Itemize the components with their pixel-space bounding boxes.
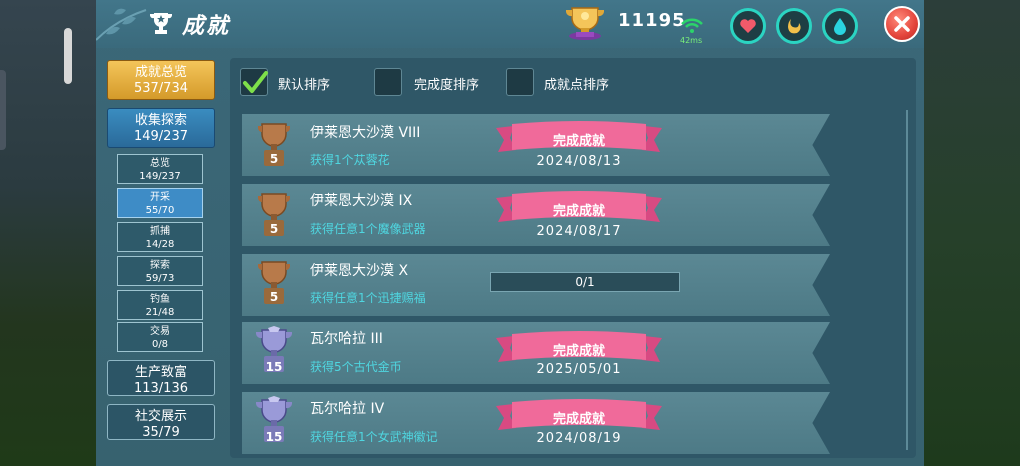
sort-points-label: 成就点排序	[544, 78, 610, 93]
sort-points-checkbox[interactable]	[506, 68, 534, 96]
subcategory-count: 0/8	[151, 339, 169, 350]
leaf-decoration	[96, 8, 147, 41]
subcategory-count: 59/73	[145, 273, 175, 284]
achievement-name: 伊莱恩大沙漠 X	[310, 263, 409, 279]
subcategory-count: 21/48	[145, 307, 175, 318]
completed-label: 完成成就	[552, 204, 605, 219]
achievement-points: 11195	[618, 10, 686, 31]
achievement-points-badge: 15	[265, 430, 283, 444]
achievement-desc: 获得任意1个女武神徽记	[310, 430, 438, 444]
subcategory-label: 抓捕	[150, 226, 170, 237]
category-label: 社交展示	[134, 409, 187, 424]
completed-label: 完成成就	[552, 412, 605, 427]
stomach-icon	[788, 19, 801, 34]
achievement-points-badge: 5	[269, 222, 279, 236]
achievement-desc: 获得1个苁蓉花	[310, 153, 390, 167]
subcategory-mining[interactable]: 开采 55/70	[117, 188, 203, 218]
close-icon	[894, 16, 910, 32]
category-label: 生产致富	[134, 365, 187, 380]
subcategory-count: 149/237	[139, 171, 181, 182]
sort-completion-checkbox[interactable]	[374, 68, 402, 96]
subcategory-count: 14/28	[145, 239, 175, 250]
close-button[interactable]	[884, 6, 920, 42]
completion-date: 2024/08/13	[536, 154, 622, 169]
thirst-gauge[interactable]	[822, 8, 858, 44]
completed-label: 完成成就	[552, 344, 605, 359]
side-tab	[0, 70, 6, 150]
health-gauge[interactable]	[730, 8, 766, 44]
screen-edge-right	[924, 0, 1020, 466]
achievement-points-badge: 5	[269, 152, 279, 166]
completion-date: 2024/08/19	[536, 431, 622, 446]
ping-label: 42ms	[680, 36, 703, 45]
subcategory-explore[interactable]: 探索 59/73	[117, 256, 203, 286]
scrollbar[interactable]	[906, 110, 908, 450]
subcategory-fishing[interactable]: 钓鱼 21/48	[117, 290, 203, 320]
subcategory-overview[interactable]: 总览 149/237	[117, 154, 203, 184]
water-drop-icon	[834, 18, 846, 35]
category-collect-explore[interactable]: 收集探索 149/237	[107, 108, 215, 148]
category-count: 149/237	[133, 129, 188, 144]
subcategory-label: 钓鱼	[150, 294, 170, 305]
achievement-name: 瓦尔哈拉 III	[310, 331, 383, 347]
achievement-name: 瓦尔哈拉 IV	[310, 401, 385, 417]
completion-date: 2025/05/01	[536, 362, 622, 377]
progress-bar: 0/1	[490, 272, 680, 292]
checkmark-icon	[243, 71, 268, 93]
trophy-icon	[149, 13, 173, 34]
subcategory-label: 总览	[150, 158, 170, 169]
subcategory-label: 交易	[150, 326, 170, 337]
achievement-points-badge: 5	[269, 290, 279, 304]
hunger-gauge[interactable]	[776, 8, 812, 44]
achievement-desc: 获得5个古代金币	[310, 360, 402, 374]
drag-handle[interactable]	[64, 28, 72, 84]
category-count: 113/136	[133, 381, 188, 396]
heart-icon	[740, 19, 756, 33]
sort-completion-label: 完成度排序	[414, 78, 480, 93]
category-label: 成就总览	[134, 65, 187, 80]
achievement-name: 伊莱恩大沙漠 VIII	[310, 125, 421, 141]
completed-label: 完成成就	[552, 134, 605, 149]
achievement-desc: 获得任意1个魔像武器	[310, 222, 426, 236]
gold-trophy-icon	[566, 7, 604, 40]
category-count: 35/79	[142, 425, 180, 440]
category-label: 收集探索	[134, 113, 187, 128]
subcategory-trade[interactable]: 交易 0/8	[117, 322, 203, 352]
category-count: 537/734	[133, 81, 188, 96]
subcategory-label: 探索	[150, 260, 170, 271]
achievement-points-badge: 15	[265, 360, 283, 374]
sort-default-label: 默认排序	[278, 78, 331, 93]
screen-edge-left	[0, 0, 96, 466]
progress-label: 0/1	[575, 275, 595, 289]
subcategory-label: 开采	[150, 192, 170, 203]
wifi-icon	[681, 18, 703, 33]
subcategory-capture[interactable]: 抓捕 14/28	[117, 222, 203, 252]
page-title: 成就	[182, 14, 231, 39]
achievement-name: 伊莱恩大沙漠 IX	[310, 193, 413, 209]
achievement-desc: 获得任意1个迅捷赐福	[310, 291, 426, 305]
subcategory-count: 55/70	[145, 205, 175, 216]
category-overview[interactable]: 成就总览 537/734	[107, 60, 215, 100]
category-production[interactable]: 生产致富 113/136	[107, 360, 215, 396]
completion-date: 2024/08/17	[536, 224, 622, 239]
category-social[interactable]: 社交展示 35/79	[107, 404, 215, 440]
sort-default-checkbox[interactable]	[240, 68, 268, 96]
